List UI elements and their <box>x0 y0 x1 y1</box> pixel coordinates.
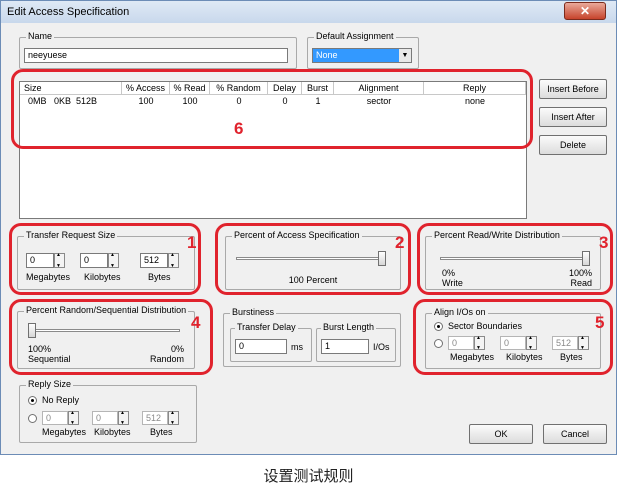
annotation-number-6: 6 <box>234 119 244 138</box>
title-bar: Edit Access Specification ✕ <box>1 1 616 23</box>
name-label: Name <box>26 31 55 41</box>
reply-mb-spinner[interactable] <box>68 410 79 426</box>
edit-access-spec-window: Edit Access Specification ✕ Name neeyues… <box>0 0 617 455</box>
ok-button[interactable]: OK <box>469 424 533 444</box>
cancel-button[interactable]: Cancel <box>543 424 607 444</box>
annotation-number-3: 3 <box>599 233 609 252</box>
transfer-delay-unit: ms <box>291 342 303 352</box>
burst-length-unit: I/Os <box>373 342 390 352</box>
burst-length-label: Burst Length <box>321 322 377 332</box>
window-title: Edit Access Specification <box>7 6 130 18</box>
default-assignment-select[interactable]: None ▼ <box>312 48 412 63</box>
insert-before-button[interactable]: Insert Before <box>539 79 607 99</box>
default-assignment-group: Default Assignment None ▼ <box>307 31 419 69</box>
figure-caption: 设置测试规则 <box>263 468 354 485</box>
reply-bytes-spinner[interactable] <box>168 410 179 426</box>
name-input[interactable]: neeyuese <box>24 48 288 63</box>
annotation-number-5: 5 <box>595 313 605 332</box>
no-reply-label: No Reply <box>42 395 80 405</box>
no-reply-radio[interactable] <box>28 396 37 405</box>
burstiness-group: Burstiness Transfer Delay 0 ms Burst Len… <box>223 307 401 367</box>
reply-kb-input[interactable]: 0 <box>92 411 118 425</box>
chevron-down-icon[interactable]: ▼ <box>399 49 411 62</box>
insert-after-button[interactable]: Insert After <box>539 107 607 127</box>
default-assignment-value: None <box>316 50 338 60</box>
delete-button[interactable]: Delete <box>539 135 607 155</box>
reply-bytes-input[interactable]: 512 <box>142 411 168 425</box>
transfer-delay-label: Transfer Delay <box>235 322 298 332</box>
annotation-number-2: 2 <box>395 233 405 252</box>
annotation-box-6 <box>11 69 533 149</box>
transfer-delay-group: Transfer Delay 0 ms <box>230 322 312 362</box>
transfer-delay-input[interactable]: 0 <box>235 339 287 354</box>
reply-size-label: Reply Size <box>26 379 74 389</box>
reply-bytes-label: Bytes <box>150 427 173 437</box>
annotation-box-5 <box>413 299 613 375</box>
close-icon[interactable]: ✕ <box>564 2 606 20</box>
reply-mb-input[interactable]: 0 <box>42 411 68 425</box>
annotation-box-3 <box>417 223 613 295</box>
annotation-box-2 <box>215 223 411 295</box>
annotation-number-4: 4 <box>191 313 201 332</box>
reply-custom-radio[interactable] <box>28 414 37 423</box>
reply-kb-label: Kilobytes <box>94 427 131 437</box>
burstiness-label: Burstiness <box>230 307 277 317</box>
reply-size-group: Reply Size No Reply 0 0 512 Megabytes Ki… <box>19 379 197 443</box>
burst-length-group: Burst Length 1 I/Os <box>316 322 396 362</box>
burst-length-input[interactable]: 1 <box>321 339 369 354</box>
name-group: Name neeyuese <box>19 31 297 69</box>
reply-kb-spinner[interactable] <box>118 410 129 426</box>
annotation-number-1: 1 <box>187 233 197 252</box>
reply-mb-label: Megabytes <box>42 427 87 437</box>
default-assignment-label: Default Assignment <box>314 31 396 41</box>
annotation-box-1 <box>9 223 201 295</box>
annotation-box-4 <box>9 299 213 375</box>
